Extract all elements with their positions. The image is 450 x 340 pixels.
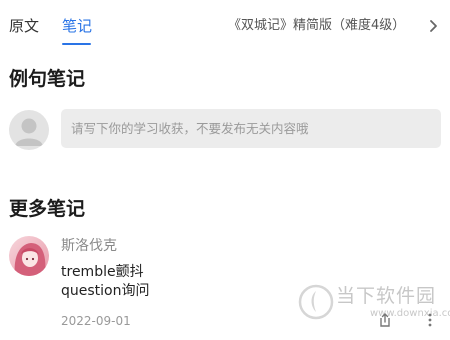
- default-user-avatar-icon: [9, 110, 49, 150]
- book-title[interactable]: 《双城记》精简版（难度4级）: [228, 16, 405, 36]
- note-text-line: question询问: [61, 283, 150, 299]
- chevron-right-icon[interactable]: [426, 16, 442, 36]
- more-options-icon[interactable]: [423, 312, 437, 328]
- tab-notes[interactable]: 笔记: [62, 16, 92, 36]
- tab-bar: 原文 笔记 《双城记》精简版（难度4级）: [0, 0, 450, 50]
- note-date: 2022-09-01: [61, 314, 131, 328]
- watermark: 当下软件园 www.downxia.com: [298, 283, 450, 323]
- note-author-name[interactable]: 斯洛伐克: [61, 236, 117, 256]
- example-notes-title: 例句笔记: [9, 68, 86, 90]
- note-text-line: tremble颤抖: [61, 264, 144, 280]
- note-input[interactable]: [61, 109, 441, 148]
- more-notes-title: 更多笔记: [9, 198, 86, 220]
- avatar[interactable]: [9, 236, 49, 276]
- active-tab-indicator: [62, 43, 91, 45]
- watermark-logo-icon: [298, 284, 334, 320]
- tab-original[interactable]: 原文: [9, 16, 39, 36]
- share-icon[interactable]: [378, 312, 392, 328]
- watermark-text: 当下软件园: [336, 285, 437, 307]
